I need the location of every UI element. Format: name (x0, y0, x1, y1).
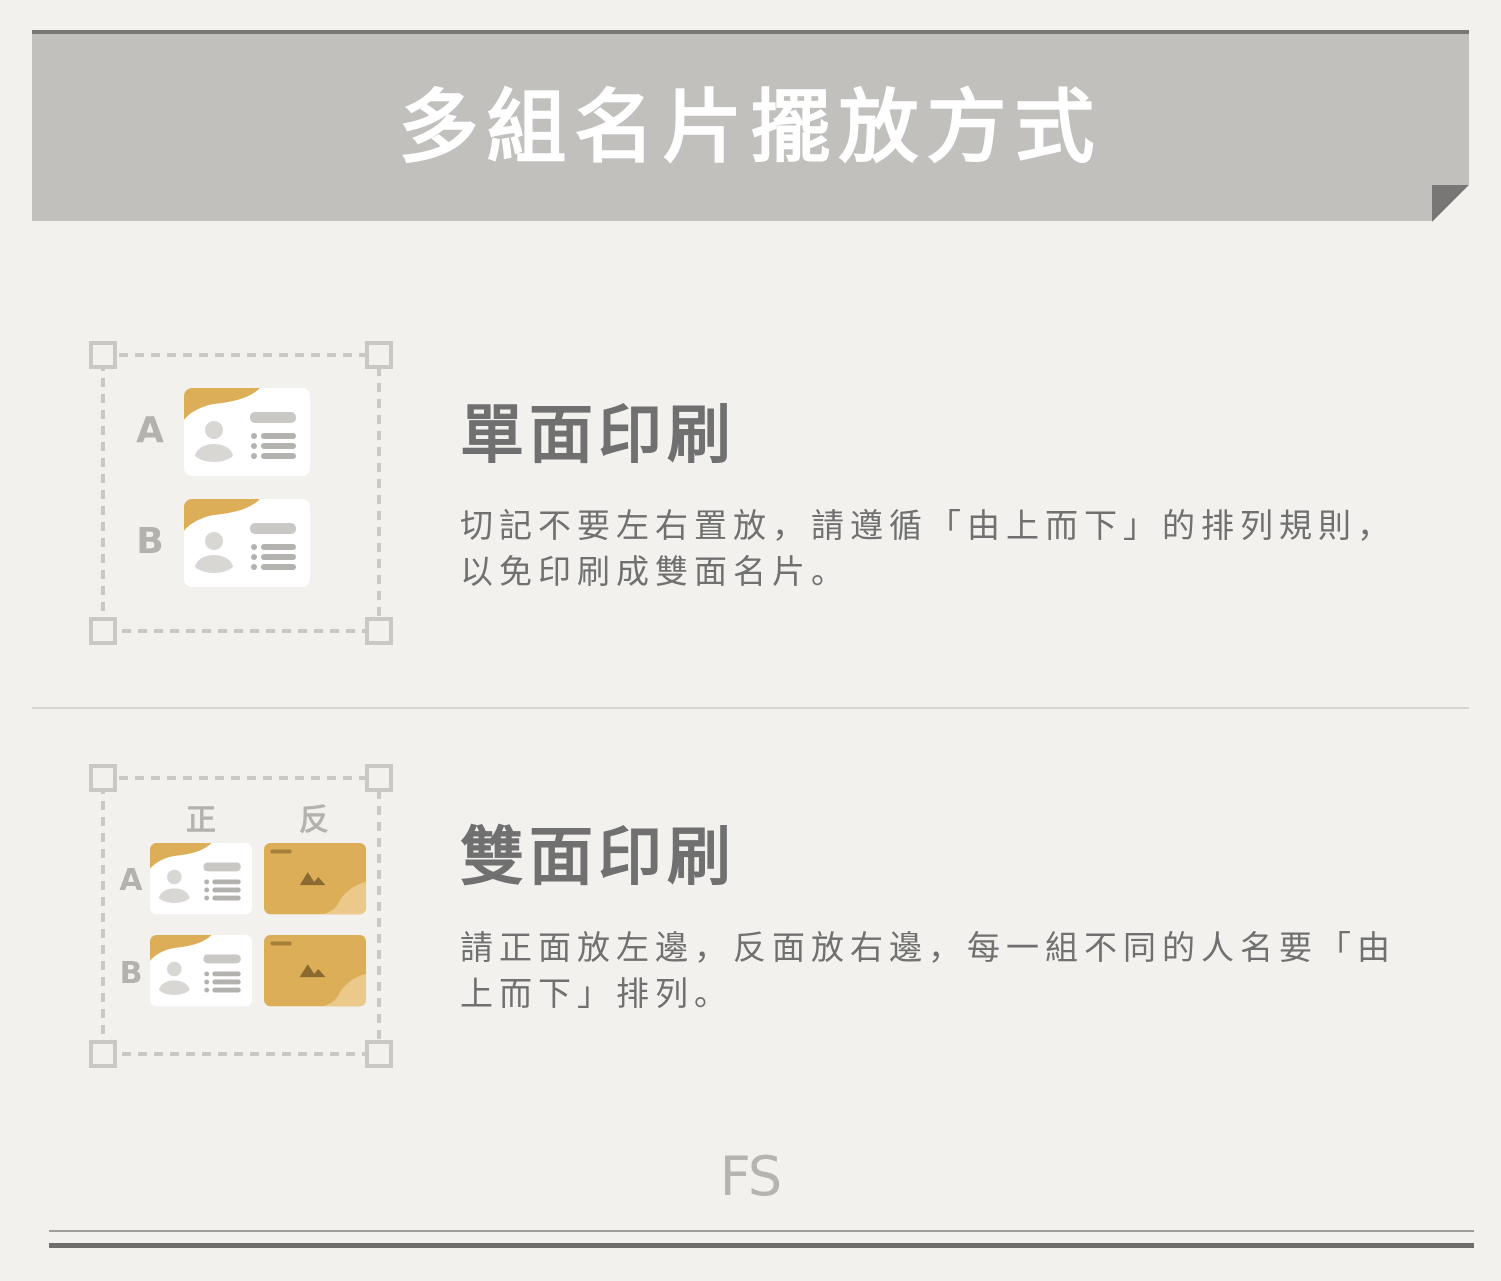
footer-logo: FS (719, 1145, 782, 1208)
column-label-back: 反 (299, 803, 329, 838)
description-line: 上而下」排列。 (460, 974, 733, 1013)
page-title: 多組名片擺放方式 (398, 81, 1103, 174)
row-label-b: B (136, 521, 163, 562)
section-heading-double: 雙面印刷 (460, 821, 736, 895)
section-divider (32, 707, 1469, 709)
double-sided-illustration: 正 反 A B (89, 764, 393, 1068)
single-sided-illustration: A B (89, 341, 393, 645)
description-line: 切記不要左右置放，請遵循「由上而下」的排列規則， (460, 506, 1396, 545)
banner-fold-corner (1432, 185, 1469, 222)
section-heading-single: 單面印刷 (460, 399, 736, 473)
row-label-a: A (119, 863, 143, 898)
row-label-a: A (136, 410, 164, 451)
footer-rule-thick (49, 1243, 1474, 1248)
footer-rule-thin (49, 1230, 1474, 1232)
business-card-back-icon (264, 935, 367, 1007)
row-label-b: B (120, 956, 143, 991)
business-card-front-icon (150, 935, 253, 1007)
business-card-back-icon (264, 843, 367, 915)
column-label-front: 正 (186, 803, 216, 838)
section-description-single: 切記不要左右置放，請遵循「由上而下」的排列規則， 以免印刷成雙面名片。 (460, 503, 1420, 595)
description-line: 請正面放左邊，反面放右邊，每一組不同的人名要「由 (460, 928, 1396, 967)
description-line: 以免印刷成雙面名片。 (460, 552, 850, 591)
business-card-icon (184, 499, 310, 587)
business-card-front-icon (150, 843, 253, 915)
section-description-double: 請正面放左邊，反面放右邊，每一組不同的人名要「由 上而下」排列。 (460, 925, 1420, 1017)
business-card-icon (184, 388, 310, 476)
selection-frame (89, 764, 393, 1068)
